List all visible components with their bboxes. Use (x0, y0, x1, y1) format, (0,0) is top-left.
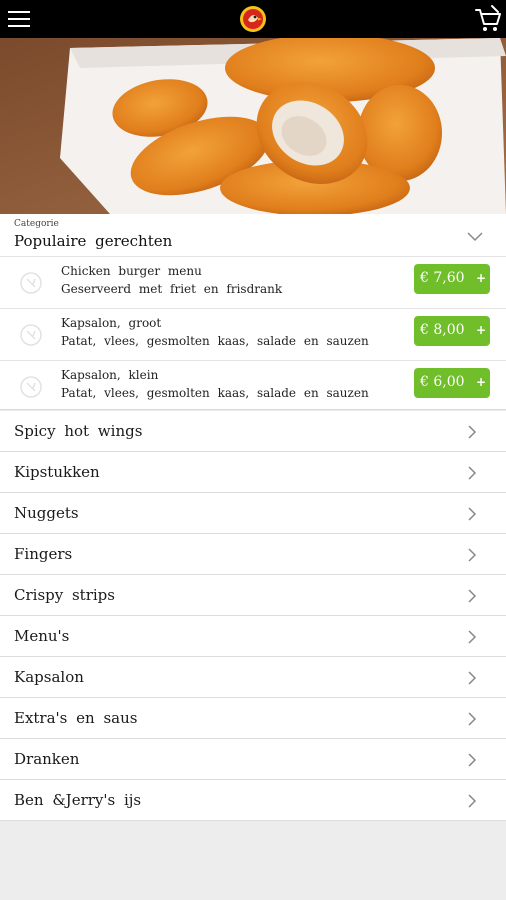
dish-name: Chicken burger menu (61, 264, 202, 278)
chevron-right-icon (466, 547, 478, 563)
price-label: € 6,00 (420, 374, 465, 390)
price-label: € 8,00 (420, 322, 465, 338)
hamburger-menu-icon[interactable] (8, 11, 32, 27)
dish-item[interactable]: Kapsalon, klein Patat, vlees, gesmolten … (0, 360, 506, 412)
category-item-kipstukken[interactable]: Kipstukken (0, 452, 506, 493)
category-item-crispy-strips[interactable]: Crispy strips (0, 575, 506, 616)
chevron-right-icon (466, 424, 478, 440)
restaurant-logo-icon[interactable] (239, 5, 267, 33)
category-label: Kipstukken (14, 463, 100, 481)
dish-placeholder-icon (20, 376, 42, 398)
category-list: Spicy hot wings Kipstukken Nuggets Finge… (0, 411, 506, 821)
category-item-extras-en-saus[interactable]: Extra's en saus (0, 698, 506, 739)
category-label: Ben &Jerry's ijs (14, 791, 142, 809)
category-label: Spicy hot wings (14, 422, 143, 440)
dish-item[interactable]: Chicken burger menu Geserveerd met friet… (0, 256, 506, 308)
dish-name: Kapsalon, groot (61, 316, 162, 330)
category-item-ben-and-jerrys-ijs[interactable]: Ben &Jerry's ijs (0, 780, 506, 821)
price-label: € 7,60 (420, 270, 465, 286)
category-label: Menu's (14, 627, 70, 645)
plus-icon: + (476, 271, 487, 285)
category-item-fingers[interactable]: Fingers (0, 534, 506, 575)
plus-icon: + (476, 323, 487, 337)
add-to-cart-button[interactable]: € 6,00 + (414, 368, 490, 398)
add-to-cart-button[interactable]: € 8,00 + (414, 316, 490, 346)
plus-icon: + (476, 375, 487, 389)
dish-name: Kapsalon, klein (61, 368, 159, 382)
category-label: Nuggets (14, 504, 79, 522)
chevron-right-icon (466, 711, 478, 727)
top-bar (0, 0, 506, 38)
category-item-menus[interactable]: Menu's (0, 616, 506, 657)
category-item-spicy-hot-wings[interactable]: Spicy hot wings (0, 411, 506, 452)
category-item-nuggets[interactable]: Nuggets (0, 493, 506, 534)
category-item-kapsalon[interactable]: Kapsalon (0, 657, 506, 698)
add-to-cart-button[interactable]: € 7,60 + (414, 264, 490, 294)
dish-description: Patat, vlees, gesmolten kaas, salade en … (61, 386, 369, 400)
dish-description: Geserveerd met friet en frisdrank (61, 282, 283, 296)
category-caption: Categorie (14, 219, 59, 229)
chevron-right-icon (466, 588, 478, 604)
chevron-right-icon (466, 670, 478, 686)
hero-image (0, 38, 506, 214)
dish-placeholder-icon (20, 324, 42, 346)
dish-item[interactable]: Kapsalon, groot Patat, vlees, gesmolten … (0, 308, 506, 360)
category-label: Extra's en saus (14, 709, 138, 727)
chevron-right-icon (466, 793, 478, 809)
dish-description: Patat, vlees, gesmolten kaas, salade en … (61, 334, 369, 348)
shopping-cart-icon[interactable] (474, 4, 502, 34)
dish-placeholder-icon (20, 272, 42, 294)
chevron-right-icon (466, 465, 478, 481)
chevron-right-icon (466, 629, 478, 645)
category-label: Kapsalon (14, 668, 84, 686)
chevron-down-icon[interactable] (464, 228, 486, 244)
chevron-right-icon (466, 752, 478, 768)
category-label: Fingers (14, 545, 73, 563)
category-label: Dranken (14, 750, 80, 768)
category-item-dranken[interactable]: Dranken (0, 739, 506, 780)
category-label: Crispy strips (14, 586, 115, 604)
chevron-right-icon (466, 506, 478, 522)
category-title: Populaire gerechten (14, 232, 173, 250)
popular-dishes-panel: Categorie Populaire gerechten Chicken bu… (0, 214, 506, 410)
